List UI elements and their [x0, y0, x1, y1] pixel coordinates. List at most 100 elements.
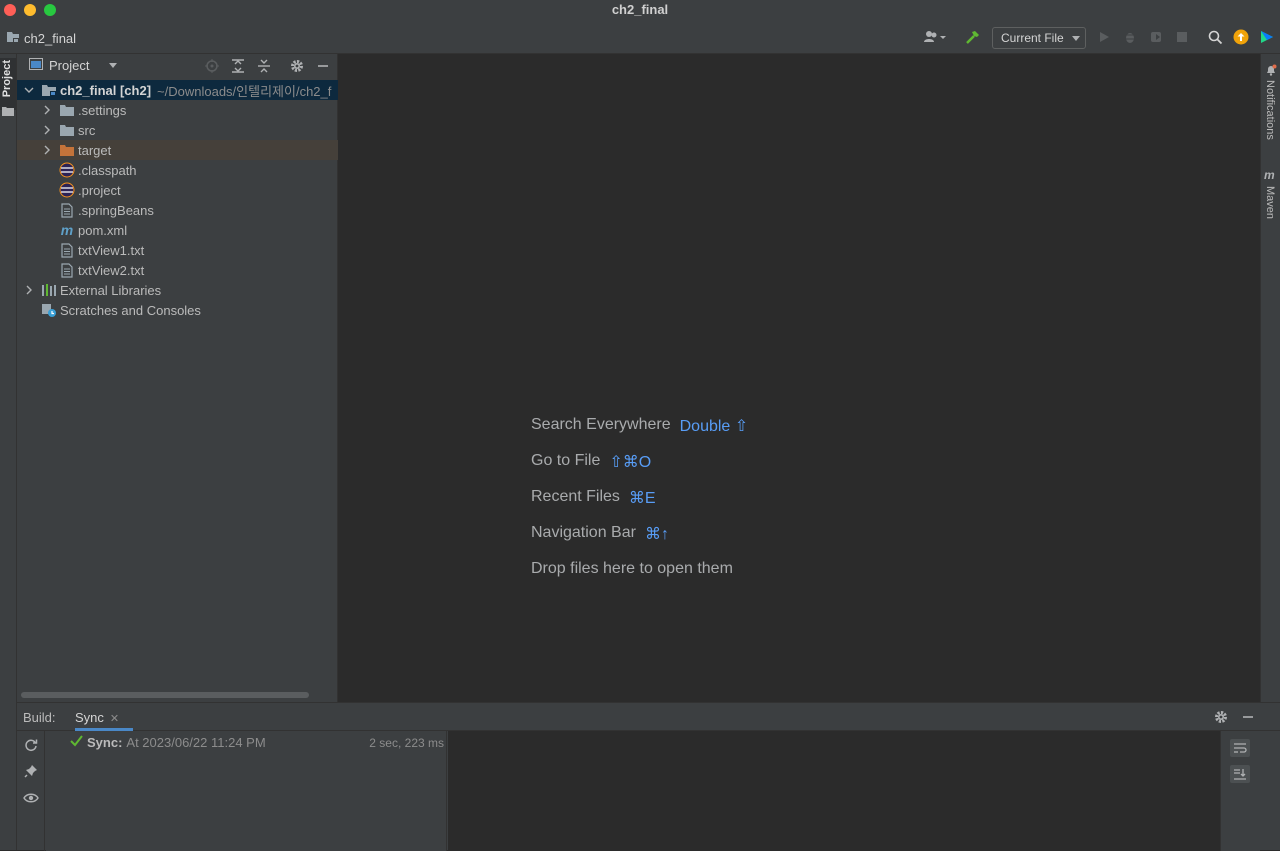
tree-item-external-libraries[interactable]: External Libraries: [17, 280, 338, 300]
locate-file-icon[interactable]: [204, 58, 220, 74]
hint-shortcut: ⌘E: [628, 490, 656, 507]
tree-item-label: txtView1.txt: [78, 242, 145, 258]
project-view-select[interactable]: Project: [29, 58, 118, 73]
tree-item-src[interactable]: src: [17, 120, 338, 140]
hint-shortcut: ⌘↑: [644, 526, 669, 543]
maven-icon: m: [60, 222, 74, 238]
build-tree: Sync: At 2023/06/22 11:24 PM 2 sec, 223 …: [46, 731, 447, 851]
bell-icon: [1265, 64, 1277, 79]
chevron-down-icon: [1071, 35, 1080, 41]
hint-go-to-file: Go to File ⇧⌘O: [531, 452, 748, 488]
eclipse-file-icon: [59, 182, 75, 198]
close-icon[interactable]: ✕: [110, 713, 119, 725]
folder-icon: [59, 102, 75, 118]
sync-result-row[interactable]: Sync: At 2023/06/22 11:24 PM: [70, 735, 266, 750]
run-icon[interactable]: [1095, 28, 1113, 46]
left-tool-stripe: Project: [0, 54, 17, 850]
tree-item-springbeans[interactable]: .springBeans: [17, 200, 338, 220]
expand-all-icon[interactable]: [230, 58, 246, 74]
refresh-icon[interactable]: [23, 737, 39, 753]
pin-icon[interactable]: [23, 763, 39, 779]
root-project-path: ~/Downloads/인텔리제이/ch2_f: [157, 83, 332, 99]
tree-item-label: .project: [78, 182, 121, 198]
sync-duration: 2 sec, 223 ms: [369, 736, 444, 750]
build-panel-header: Build: Sync ✕: [17, 703, 1280, 731]
tree-item-classpath[interactable]: .classpath: [17, 160, 338, 180]
project-tree: ch2_final [ch2] ~/Downloads/인텔리제이/ch2_f …: [17, 80, 338, 320]
hint-navigation-bar: Navigation Bar ⌘↑: [531, 524, 748, 560]
scroll-to-end-icon[interactable]: [1230, 765, 1250, 783]
right-tool-stripe: Notifications m Maven: [1260, 54, 1280, 704]
hide-panel-icon[interactable]: [1241, 710, 1255, 727]
project-name: ch2_final: [24, 31, 77, 46]
user-vcs-icon[interactable]: [922, 28, 950, 46]
libraries-icon: [41, 282, 57, 298]
chevron-right-icon[interactable]: [41, 140, 53, 160]
hint-label: Search Everywhere: [531, 416, 671, 433]
tree-item-scratches[interactable]: Scratches and Consoles: [17, 300, 338, 320]
build-panel-title: Build:: [23, 710, 56, 725]
project-breadcrumb[interactable]: ch2_final: [6, 30, 76, 47]
editor-empty-hints: Search Everywhere Double ⇧ Go to File ⇧⌘…: [531, 416, 748, 596]
run-config-select[interactable]: Current File: [992, 27, 1086, 49]
jetbrains-logo-icon[interactable]: [1258, 28, 1276, 46]
eye-icon[interactable]: [23, 790, 39, 806]
stop-icon[interactable]: [1173, 28, 1191, 46]
hide-panel-icon[interactable]: [315, 58, 331, 74]
text-file-icon: [59, 202, 75, 218]
tree-item-label: .springBeans: [78, 202, 154, 218]
run-with-coverage-icon[interactable]: [1147, 28, 1165, 46]
chevron-down-icon[interactable]: [23, 80, 35, 100]
notifications-tool-button[interactable]: Notifications: [1264, 80, 1276, 140]
hint-recent-files: Recent Files ⌘E: [531, 488, 748, 524]
gear-icon[interactable]: [1214, 710, 1228, 727]
chevron-right-icon[interactable]: [41, 120, 53, 140]
chevron-right-icon[interactable]: [41, 100, 53, 120]
debug-icon[interactable]: [1121, 28, 1139, 46]
folder-icon: [59, 122, 75, 138]
tree-item-pom[interactable]: m pom.xml: [17, 220, 338, 240]
collapse-all-icon[interactable]: [256, 58, 272, 74]
tab-sync[interactable]: Sync ✕: [75, 703, 133, 731]
check-icon: [70, 735, 83, 750]
build-toolbar: [17, 731, 45, 851]
tree-item-txtview1[interactable]: txtView1.txt: [17, 240, 338, 260]
tree-item-project[interactable]: .project: [17, 180, 338, 200]
hint-search-everywhere: Search Everywhere Double ⇧: [531, 416, 748, 452]
build-console[interactable]: [448, 731, 1220, 851]
tree-item-txtview2[interactable]: txtView2.txt: [17, 260, 338, 280]
text-file-icon: [59, 262, 75, 278]
hint-shortcut: ⇧⌘O: [609, 454, 652, 471]
update-icon[interactable]: [1232, 28, 1250, 46]
tree-item-target[interactable]: target: [17, 140, 338, 160]
hint-label: Go to File: [531, 452, 601, 469]
tree-root-project[interactable]: ch2_final [ch2] ~/Downloads/인텔리제이/ch2_f: [17, 80, 338, 100]
maven-tool-button[interactable]: Maven: [1264, 186, 1276, 219]
title-bar: ch2_final: [0, 0, 1280, 20]
sync-timestamp: At 2023/06/22 11:24 PM: [126, 735, 266, 750]
tree-item-settings[interactable]: .settings: [17, 100, 338, 120]
tree-item-label: src: [78, 122, 96, 138]
hint-label: Recent Files: [531, 488, 620, 505]
gear-icon[interactable]: [289, 58, 305, 74]
soft-wrap-icon[interactable]: [1230, 739, 1250, 757]
run-config-label: Current File: [1001, 31, 1064, 45]
build-console-toolbar: [1220, 731, 1260, 851]
chevron-right-icon[interactable]: [23, 280, 35, 300]
build-hammer-icon[interactable]: [963, 28, 981, 46]
folder-orange-icon: [59, 142, 75, 158]
tree-item-label: External Libraries: [60, 282, 162, 298]
tree-item-label: pom.xml: [78, 222, 128, 238]
horizontal-scrollbar[interactable]: [21, 692, 309, 698]
project-window-icon: [29, 58, 43, 73]
search-icon[interactable]: [1206, 28, 1224, 46]
maven-icon: m: [1264, 168, 1275, 182]
eclipse-file-icon: [59, 162, 75, 178]
sync-title: Sync:: [87, 735, 123, 750]
tree-item-label: txtView2.txt: [78, 262, 145, 278]
project-tool-label[interactable]: Project: [1, 60, 13, 97]
editor-area[interactable]: Search Everywhere Double ⇧ Go to File ⇧⌘…: [338, 54, 1260, 702]
hint-shortcut: Double ⇧: [679, 418, 749, 435]
chevron-down-icon: [109, 63, 118, 68]
main-toolbar: ch2_final Current File: [0, 20, 1280, 54]
